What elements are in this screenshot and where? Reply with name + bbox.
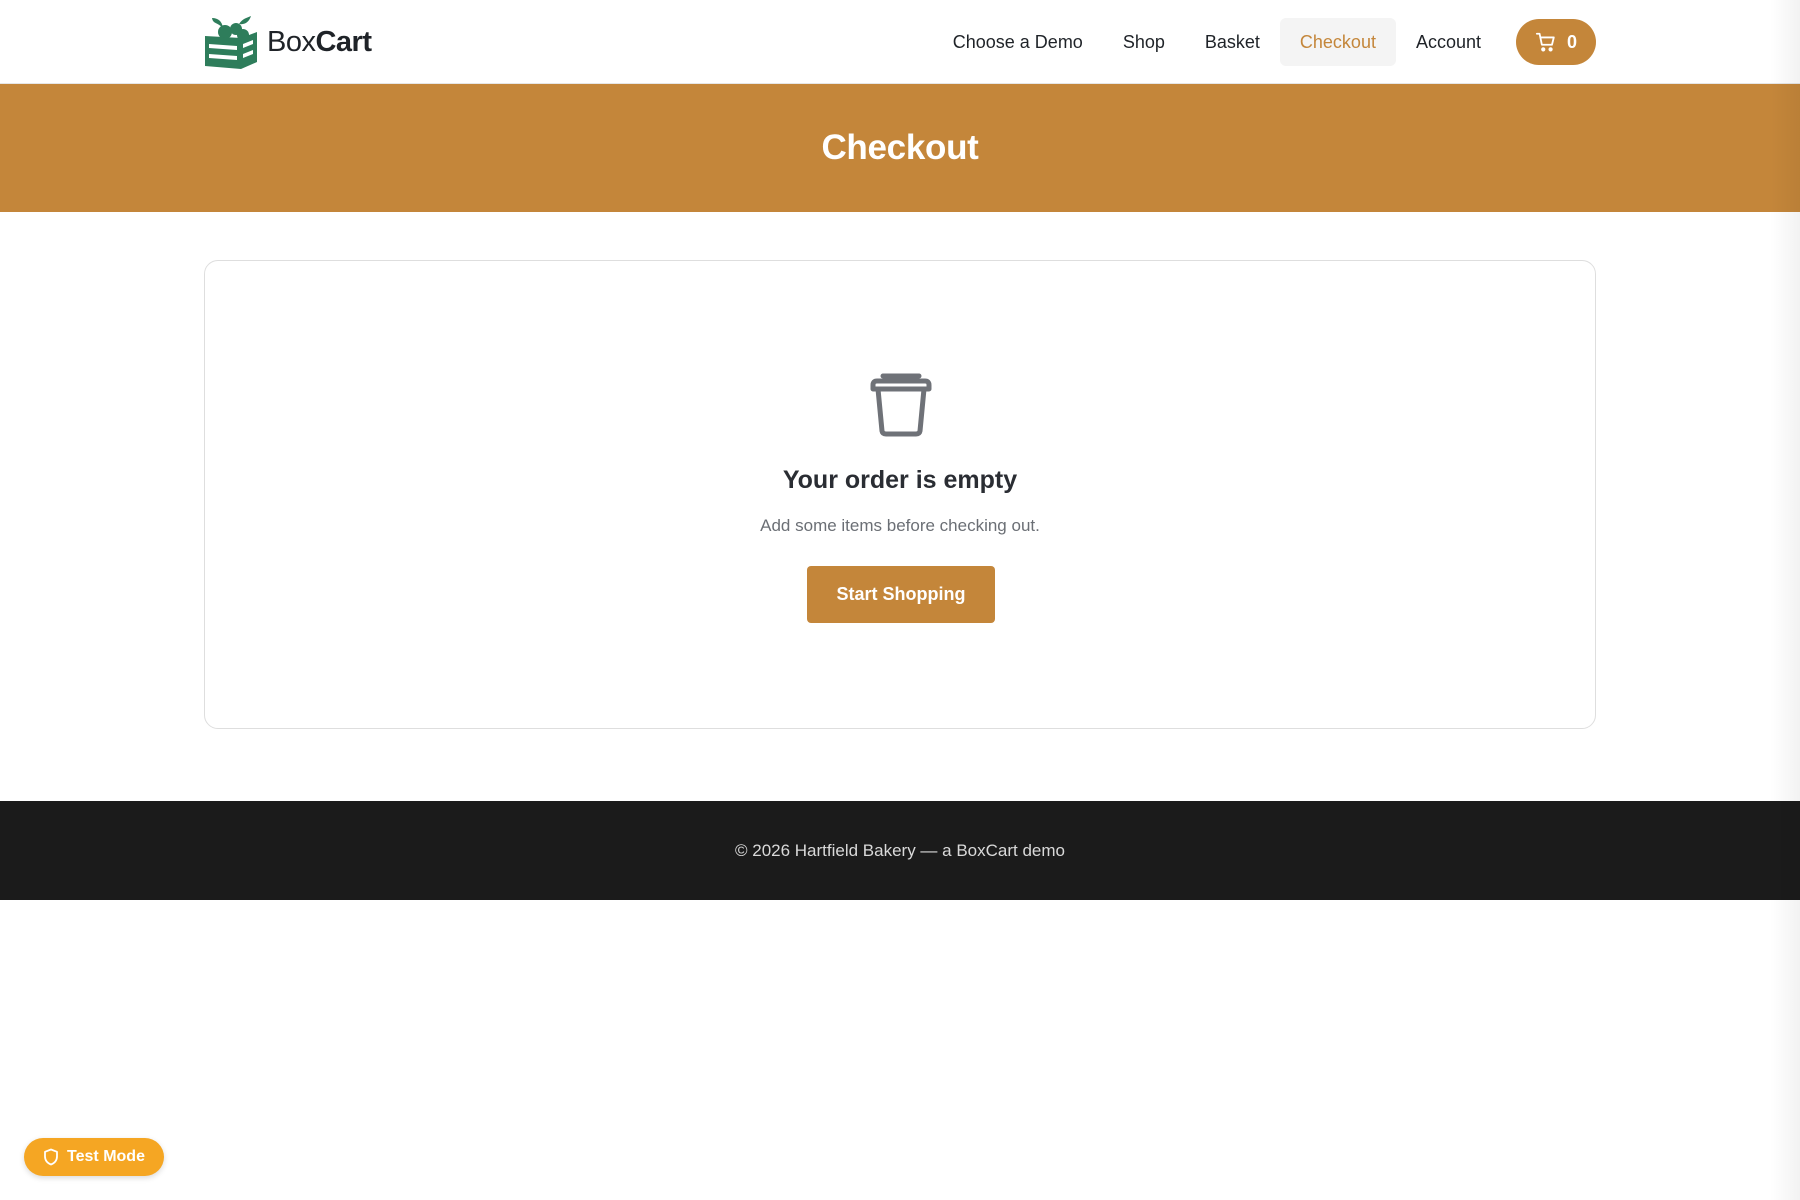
test-mode-label: Test Mode bbox=[67, 1148, 145, 1165]
nav-shop[interactable]: Shop bbox=[1103, 18, 1185, 66]
test-mode-badge[interactable]: Test Mode bbox=[24, 1138, 164, 1176]
empty-state-title: Your order is empty bbox=[782, 466, 1018, 494]
footer-copyright: © 2026 Hartfield Bakery — a BoxCart demo bbox=[734, 840, 1065, 860]
start-shopping-button[interactable]: Start Shopping bbox=[807, 566, 995, 623]
page-hero: Checkout bbox=[0, 84, 1800, 212]
brand-name-bold: Cart bbox=[315, 25, 372, 58]
brand-logo[interactable]: BoxCart bbox=[203, 14, 372, 70]
brand-name-light: Box bbox=[267, 25, 316, 58]
brand-name: BoxCart bbox=[267, 26, 372, 59]
empty-order-card: Your order is empty Add some items befor… bbox=[204, 260, 1596, 729]
site-header: BoxCart Choose a Demo Shop Basket Checko… bbox=[0, 0, 1800, 84]
cart-count: 0 bbox=[1566, 31, 1577, 52]
empty-state-subtitle: Add some items before checking out. bbox=[760, 516, 1040, 535]
cart-button[interactable]: 0 bbox=[1516, 19, 1596, 65]
shield-icon bbox=[44, 1148, 58, 1166]
produce-crate-icon bbox=[205, 16, 257, 69]
nav-basket[interactable]: Basket bbox=[1185, 18, 1280, 66]
site-footer: © 2026 Hartfield Bakery — a BoxCart demo bbox=[0, 801, 1800, 900]
empty-bin-icon bbox=[870, 373, 932, 437]
cart-icon bbox=[1535, 32, 1555, 52]
nav-account[interactable]: Account bbox=[1396, 18, 1501, 66]
nav-choose-demo[interactable]: Choose a Demo bbox=[933, 18, 1103, 66]
page: BoxCart Choose a Demo Shop Basket Checko… bbox=[0, 0, 1800, 1200]
main-nav: Choose a Demo Shop Basket Checkout Accou… bbox=[933, 18, 1596, 66]
nav-checkout[interactable]: Checkout bbox=[1279, 18, 1396, 66]
page-title: Checkout bbox=[821, 128, 979, 167]
